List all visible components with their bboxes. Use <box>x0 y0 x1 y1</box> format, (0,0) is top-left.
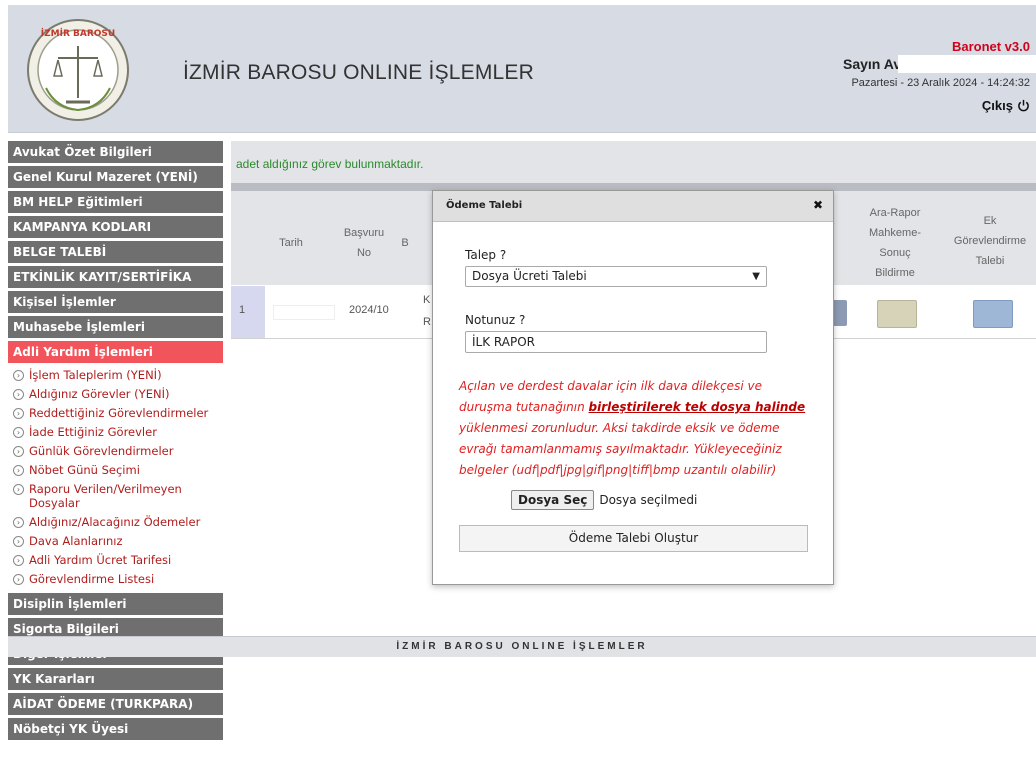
chevron-right-icon: › <box>13 427 24 438</box>
choose-file-button[interactable]: Dosya Seç <box>511 490 595 510</box>
chevron-right-icon: › <box>13 574 24 585</box>
row-number-cell: 1 <box>231 286 265 338</box>
talep-select[interactable]: Dosya Ücreti Talebi ▼ <box>465 266 767 287</box>
logout-label: Çıkış <box>981 98 1013 113</box>
chevron-right-icon: › <box>13 536 24 547</box>
menu-etkinlik[interactable]: ETKİNLİK KAYIT/SERTİFİKA <box>8 266 223 288</box>
payment-request-modal: Ödeme Talebi ✖ Talep ? Dosya Ücreti Tale… <box>432 190 834 585</box>
close-icon[interactable]: ✖ <box>811 198 825 212</box>
column-header-ara-rapor: Ara-Rapor Mahkeme-Sonuç Bildirme <box>869 207 921 279</box>
menu-yk-kararlari[interactable]: YK Kararları <box>8 668 223 690</box>
greeting-label: Sayın Av. <box>843 56 904 72</box>
menu-kisisel[interactable]: Kişisel İşlemler <box>8 291 223 313</box>
partial-cell: K <box>423 294 431 306</box>
column-header-ek-gorevlendirme: Ek Görevlendirme Talebi <box>953 215 1027 267</box>
menu-muhasebe[interactable]: Muhasebe İşlemleri <box>8 316 223 338</box>
menu-genel-kurul[interactable]: Genel Kurul Mazeret (YENİ) <box>8 166 223 188</box>
date-time: Pazartesi - 23 Aralık 2024 - 14:24:32 <box>851 77 1030 89</box>
chevron-right-icon: › <box>13 446 24 457</box>
chevron-right-icon: › <box>13 408 24 419</box>
user-name-box <box>898 55 1036 73</box>
submenu-item[interactable]: › İşlem Taleplerim (YENİ) <box>8 366 223 385</box>
upload-warning-text: Açılan ve derdest davalar için ilk dava … <box>459 379 806 477</box>
submenu-item[interactable]: › Dava Alanlarınız <box>8 532 223 551</box>
chevron-right-icon: › <box>13 517 24 528</box>
page-footer: İZMİR BAROSU ONLINE İŞLEMLER <box>8 636 1036 657</box>
chevron-right-icon: › <box>13 465 24 476</box>
create-payment-request-button[interactable]: Ödeme Talebi Oluştur <box>459 525 808 552</box>
chevron-right-icon: › <box>13 484 24 495</box>
basvuru-no-cell: 2024/10 <box>349 304 389 316</box>
redacted-date-cell <box>273 305 335 320</box>
note-input[interactable]: İLK RAPOR <box>465 331 767 353</box>
chevron-right-icon: › <box>13 389 24 400</box>
menu-disiplin[interactable]: Disiplin İşlemleri <box>8 593 223 615</box>
modal-title: Ödeme Talebi <box>446 200 523 211</box>
submenu-item[interactable]: › Aldığınız/Alacağınız Ödemeler <box>8 513 223 532</box>
submenu-item[interactable]: › Günlük Görevlendirmeler <box>8 442 223 461</box>
chevron-right-icon: › <box>13 555 24 566</box>
submenu-item[interactable]: › Nöbet Günü Seçimi <box>8 461 223 480</box>
submenu-item[interactable]: › İade Ettiğiniz Görevler <box>8 423 223 442</box>
submenu-item[interactable]: › Reddettiğiniz Görevlendirmeler <box>8 404 223 423</box>
file-upload-row: Dosya Seç Dosya seçilmedi <box>511 490 697 510</box>
menu-avukat-ozet[interactable]: Avukat Özet Bilgileri <box>8 141 223 163</box>
menu-nobetci-yk[interactable]: Nöbetçi YK Üyesi <box>8 718 223 740</box>
info-bar: adet aldığınız görev bulunmaktadır. <box>231 141 1036 183</box>
document-folder-icon[interactable] <box>973 300 1013 328</box>
column-header-tarih: Tarih <box>279 237 303 249</box>
chevron-down-icon: ▼ <box>752 271 760 282</box>
partial-cell: R <box>423 316 431 328</box>
menu-bm-help[interactable]: BM HELP Eğitimleri <box>8 191 223 213</box>
menu-kampanya[interactable]: KAMPANYA KODLARI <box>8 216 223 238</box>
column-header-basvuru: Başvuru No <box>343 227 385 259</box>
submenu-item[interactable]: › Görevlendirme Listesi <box>8 570 223 589</box>
site-title: İZMİR BAROSU ONLINE İŞLEMLER <box>183 61 535 84</box>
page-header: İZMİR BAROSU İZMİR BAROSU ONLINE İŞLEMLE… <box>8 5 1036 133</box>
bar-association-logo-icon: İZMİR BAROSU <box>27 19 129 121</box>
menu-belge-talebi[interactable]: BELGE TALEBİ <box>8 241 223 263</box>
submenu-item[interactable]: › Adli Yardım Ücret Tarifesi <box>8 551 223 570</box>
menu-adli-yardim[interactable]: Adli Yardım İşlemleri <box>8 341 223 363</box>
svg-text:İZMİR BAROSU: İZMİR BAROSU <box>41 28 115 39</box>
note-label: Notunuz ? <box>465 313 526 327</box>
version-label: Baronet v3.0 <box>951 39 1030 54</box>
logout-button[interactable]: Çıkış <box>982 98 1030 113</box>
column-header-partial: B <box>401 237 409 249</box>
document-folder-icon[interactable] <box>877 300 917 328</box>
adli-yardim-submenu: › İşlem Taleplerim (YENİ) › Aldığınız Göre… <box>8 366 223 589</box>
info-text: adet aldığınız görev bulunmaktadır. <box>236 157 424 171</box>
power-icon <box>1018 99 1029 112</box>
file-status: Dosya seçilmedi <box>599 493 698 507</box>
modal-header: Ödeme Talebi ✖ <box>433 191 833 222</box>
menu-aidat-odeme[interactable]: AİDAT ÖDEME (TURKPARA) <box>8 693 223 715</box>
submenu-item[interactable]: › Aldığınız Görevler (YENİ) <box>8 385 223 404</box>
talep-label: Talep ? <box>465 248 507 262</box>
submenu-item[interactable]: › Raporu Verilen/Verilmeyen Dosyalar <box>8 480 223 513</box>
chevron-right-icon: › <box>13 370 24 381</box>
